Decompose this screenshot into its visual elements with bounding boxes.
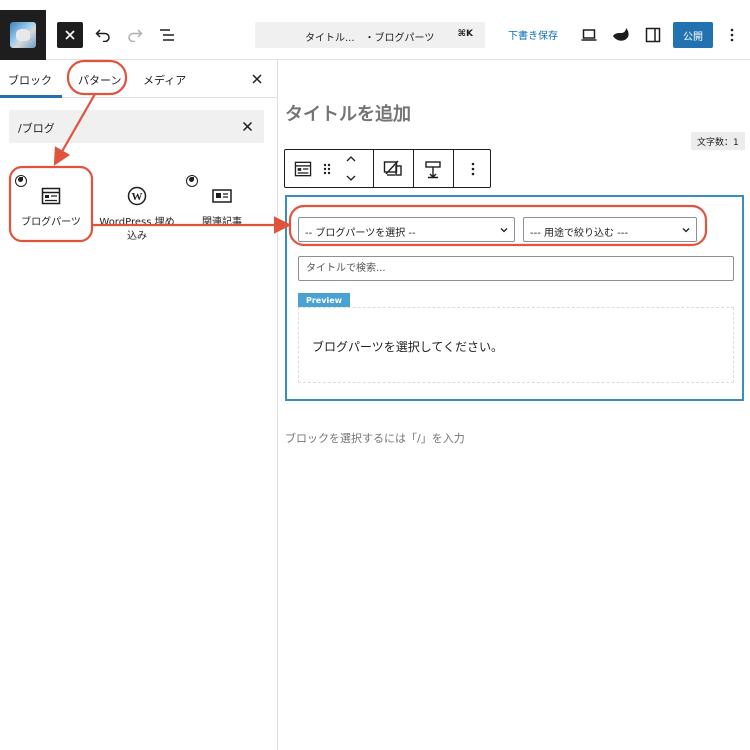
settings-sidebar-button[interactable] [642,23,664,47]
site-icon-button[interactable] [0,10,46,60]
move-down-button[interactable] [343,171,359,185]
preview-area: ブログパーツを選択してください。 [298,307,734,383]
list-view-button[interactable] [156,23,178,47]
block-inserter-panel: ブロック パターン メディア /ブログ ブログパーツ W WordPress 埋… [0,60,278,750]
preview-message: ブログパーツを選択してください。 [312,340,504,354]
plugin-icon [613,28,629,41]
tab-media[interactable]: メディア [143,72,186,88]
spacing-button[interactable] [419,157,447,181]
block-style-button[interactable] [379,157,407,181]
active-tab-indicator [0,95,62,98]
options-button[interactable] [722,23,742,47]
close-icon[interactable] [250,72,264,86]
undo-icon [95,29,110,42]
redo-button[interactable] [124,23,146,47]
chevron-down-icon [500,228,508,233]
svg-text:W: W [132,191,143,203]
redo-icon [128,29,143,42]
wordpress-icon: W [126,185,148,207]
preview-label: Preview [298,293,351,307]
close-inserter-button[interactable] [57,22,83,48]
list-view-icon [160,29,174,41]
word-count-badge: 文字数：1 [691,132,745,150]
editor-header: タイトル... ・ブログパーツ ⌘K 下書き保存 公開 [0,10,750,60]
block-toolbar [284,149,491,188]
block-item-label: WordPress 埋め込み [99,217,175,242]
chevron-up-icon [346,156,356,162]
tab-patterns[interactable]: パターン [78,72,121,88]
plugin-button[interactable] [610,23,632,47]
editor-canvas: タイトルを追加 文字数：1 -- ブログパーツを選択 -- --- 用途で絞り込… [279,60,750,750]
default-block-appender[interactable]: ブロックを選択するには「/」を入力 [285,430,465,446]
block-item-related-posts[interactable]: 関連記事 [182,185,262,230]
chevron-down-icon [346,175,356,181]
command-shortcut: ⌘K [457,29,473,39]
drag-handle-icon [323,163,331,175]
margin-icon [425,161,441,179]
post-title-input[interactable]: タイトルを追加 [285,100,411,126]
more-vertical-icon [471,162,475,176]
clear-search-icon[interactable] [242,121,253,132]
block-item-label: ブログパーツ [21,217,81,228]
block-type-button[interactable] [291,157,315,181]
select-value: -- ブログパーツを選択 -- [305,228,416,239]
sidebar-icon [645,27,661,43]
block-item-wordpress-embed[interactable]: W WordPress 埋め込み [97,185,177,244]
toolbar-divider [373,150,374,187]
site-logo-image [10,22,36,48]
command-bar-title: タイトル... ・ブログパーツ [305,33,435,44]
laptop-icon [581,29,597,41]
purpose-filter-select[interactable]: --- 用途で絞り込む --- [523,217,697,242]
blog-parts-icon [40,185,62,207]
drag-handle[interactable] [319,157,335,181]
related-posts-icon [211,185,233,207]
save-draft-button[interactable]: 下書き保存 [508,27,558,42]
title-search-field [298,256,734,281]
blog-parts-select[interactable]: -- ブログパーツを選択 -- [298,217,515,242]
search-value: /ブログ [18,122,55,135]
device-visibility-icon [383,160,402,176]
publish-button[interactable]: 公開 [673,22,713,48]
block-item-blog-parts[interactable]: ブログパーツ [11,185,91,230]
block-item-label: 関連記事 [202,217,242,228]
command-palette-button[interactable]: タイトル... ・ブログパーツ ⌘K [255,22,485,48]
blog-parts-icon [294,161,312,177]
blog-parts-block[interactable]: -- ブログパーツを選択 -- --- 用途で絞り込む --- Preview … [285,195,744,401]
more-vertical-icon [730,28,734,42]
preview-button[interactable] [578,23,600,47]
toolbar-divider [453,150,454,187]
toolbar-divider [413,150,414,187]
title-search-input[interactable] [299,257,733,280]
move-up-button[interactable] [343,152,359,166]
tab-blocks[interactable]: ブロック [8,72,52,88]
select-value: --- 用途で絞り込む --- [530,228,629,239]
block-search-input[interactable]: /ブログ [9,110,264,143]
block-options-button[interactable] [459,157,487,181]
close-icon [65,30,75,40]
undo-button[interactable] [92,23,114,47]
inserter-tabs: ブロック パターン メディア [0,60,278,98]
chevron-down-icon [682,228,690,233]
